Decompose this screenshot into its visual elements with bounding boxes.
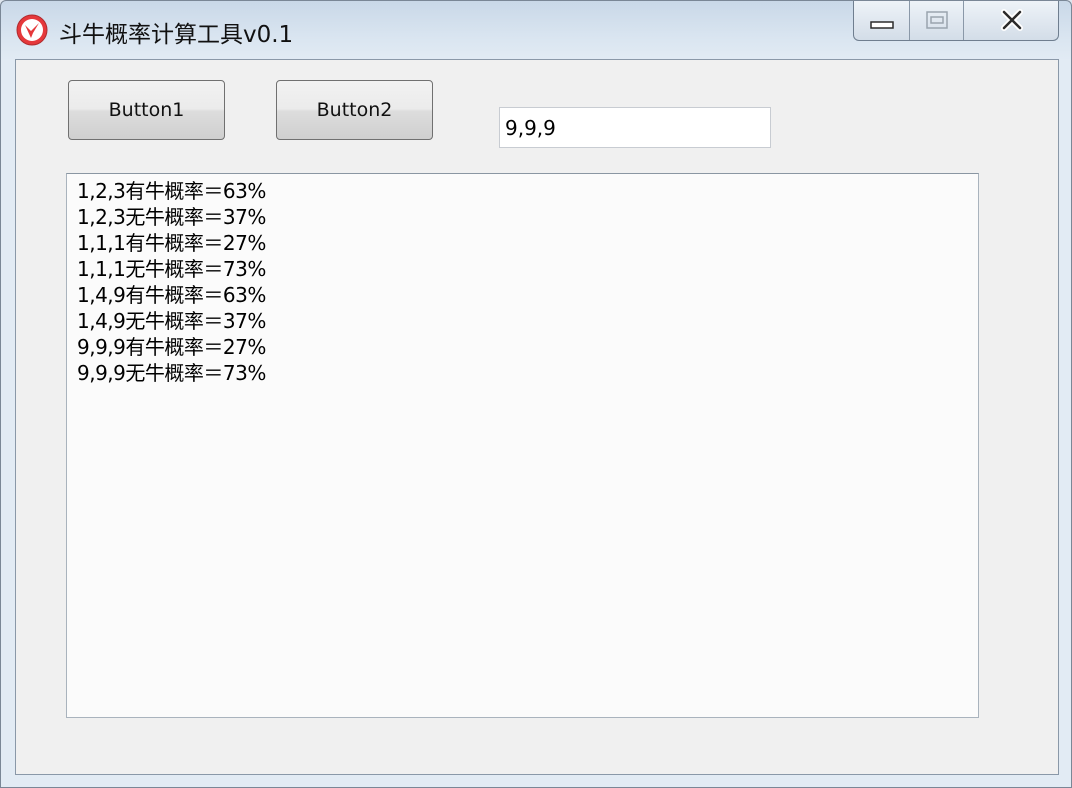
client-area: Button1 Button2 1,2,3有牛概率＝63%1,2,3无牛概率＝3… [15, 59, 1059, 775]
result-line: 9,9,9无牛概率＝73% [77, 361, 266, 385]
result-line: 1,4,9有牛概率＝63% [77, 283, 266, 307]
button1[interactable]: Button1 [68, 80, 225, 140]
result-line: 1,2,3无牛概率＝37% [77, 205, 266, 229]
window-title: 斗牛概率计算工具v0.1 [59, 22, 294, 48]
close-button[interactable] [964, 1, 1058, 40]
result-line: 1,1,1无牛概率＝73% [77, 257, 266, 281]
caption-buttons [853, 1, 1059, 41]
result-lines: 1,2,3有牛概率＝63% 1,2,3无牛概率＝37% 1,1,1有牛概率＝27% 1… [77, 178, 968, 386]
result-line: 1,1,1有牛概率＝27% [77, 231, 266, 255]
maximize-button[interactable] [910, 1, 964, 40]
close-icon [1001, 9, 1023, 31]
result-line: 1,2,3有牛概率＝63% [77, 179, 266, 203]
button2[interactable]: Button2 [276, 80, 433, 140]
app-window: 斗牛概率计算工具v0.1 Button1 Button2 9,9,9 1,2,3… [0, 0, 1072, 788]
cards-input[interactable] [499, 107, 771, 148]
title-bar[interactable]: 斗牛概率计算工具v0.1 [1, 1, 1071, 59]
result-line: 1,4,9无牛概率＝37% [77, 309, 266, 333]
app-logo-icon [16, 14, 48, 46]
result-textarea[interactable]: 1,2,3有牛概率＝63% 1,2,3无牛概率＝37% 1,1,1有牛概率＝27% 1… [66, 173, 979, 718]
maximize-icon [926, 11, 948, 29]
minimize-icon [870, 21, 894, 29]
result-line: 9,9,9有牛概率＝27% [77, 335, 266, 359]
minimize-button[interactable] [854, 1, 910, 40]
